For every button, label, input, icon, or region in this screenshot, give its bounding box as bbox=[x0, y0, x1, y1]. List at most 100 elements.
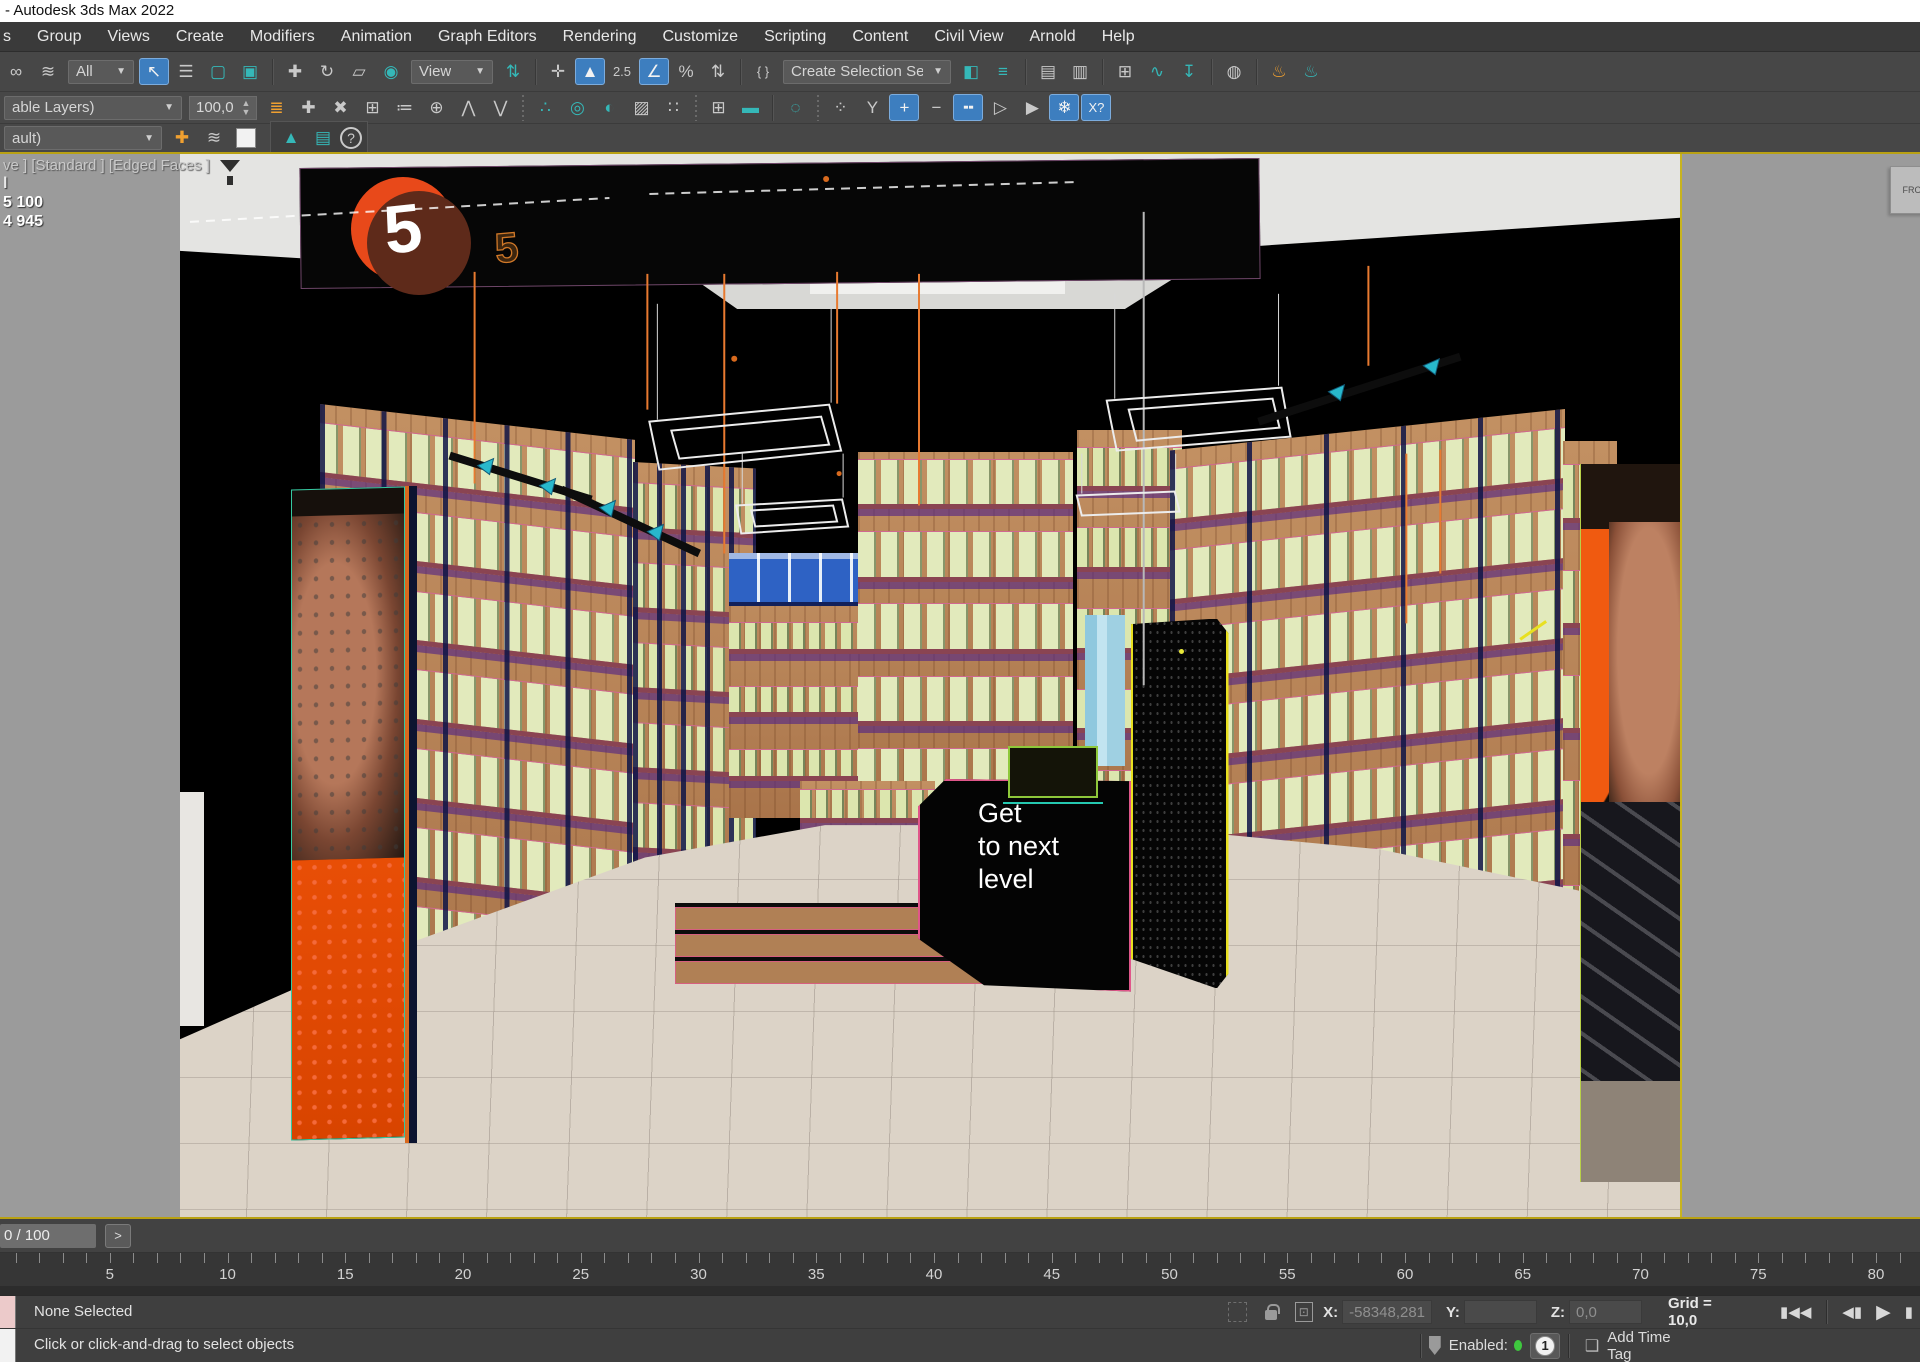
schematic-view-icon[interactable]: ↧ bbox=[1174, 58, 1204, 85]
add-time-tag-button[interactable]: Add Time Tag bbox=[1607, 1329, 1675, 1362]
delete-layer-icon[interactable]: ✖ bbox=[325, 94, 355, 121]
toggle-ribbon-icon[interactable]: ⊞ bbox=[1110, 58, 1140, 85]
scatter-tool-icon[interactable]: ∴ bbox=[530, 94, 560, 121]
menu-item-content[interactable]: Content bbox=[839, 28, 921, 46]
help-circle-icon[interactable]: ? bbox=[340, 127, 362, 149]
key-slider-button[interactable]: ╍ bbox=[953, 94, 983, 121]
curve-editor-icon[interactable]: ∿ bbox=[1142, 58, 1172, 85]
menu-item-rendering[interactable]: Rendering bbox=[550, 28, 650, 46]
spinner-arrows-icon[interactable]: ▲▼ bbox=[242, 99, 251, 117]
select-objects-in-layer-icon[interactable]: ≔ bbox=[389, 94, 419, 121]
volume-select-icon[interactable]: ⁘ bbox=[825, 94, 855, 121]
menu-item-help[interactable]: Help bbox=[1089, 28, 1148, 46]
measure-distance-icon[interactable]: ▬ bbox=[735, 94, 765, 121]
menu-item-graph-editors[interactable]: Graph Editors bbox=[425, 28, 550, 46]
ik-chain-icon[interactable]: Y bbox=[857, 94, 887, 121]
menu-item-views[interactable]: Views bbox=[94, 28, 162, 46]
go-to-start-button[interactable]: ▮◀◀ bbox=[1780, 1303, 1811, 1321]
layer-stack-icon[interactable]: ≋ bbox=[199, 125, 229, 152]
paint-deform-icon[interactable]: ▨ bbox=[626, 94, 656, 121]
reference-coordinate-system-dropdown[interactable]: View▼ bbox=[411, 60, 493, 84]
mini-listener-white[interactable] bbox=[0, 1329, 16, 1362]
named-selection-sets-dropdown[interactable]: Create Selection Set▼ bbox=[783, 60, 951, 84]
center-pivot-icon[interactable]: ◎ bbox=[562, 94, 592, 121]
grid-align-icon[interactable]: ⊞ bbox=[703, 94, 733, 121]
key-minus-icon[interactable]: − bbox=[921, 94, 951, 121]
select-and-move-icon[interactable]: ✚ bbox=[280, 58, 310, 85]
next-frame-button[interactable]: > bbox=[105, 1224, 131, 1248]
x-transform-button[interactable]: X? bbox=[1081, 94, 1111, 121]
expand-layers-icon[interactable]: ⋁ bbox=[485, 94, 515, 121]
y-coordinate-field[interactable] bbox=[1464, 1300, 1537, 1324]
snap-2-5d-icon[interactable]: 2.5 bbox=[607, 58, 637, 85]
scene-render-frame[interactable]: 5 5 Get to next level bbox=[180, 154, 1682, 1217]
select-and-manipulate-icon[interactable]: ✛ bbox=[543, 58, 573, 85]
angle-snap-toggle-button[interactable]: ∠ bbox=[639, 58, 669, 85]
selection-filter-dropdown[interactable]: All▼ bbox=[68, 60, 134, 84]
select-object-button[interactable]: ↖ bbox=[139, 58, 169, 85]
select-and-place-icon[interactable]: ◉ bbox=[376, 58, 406, 85]
use-pivot-point-center-icon[interactable]: ⇅ bbox=[498, 58, 528, 85]
mirror-icon[interactable]: ◧ bbox=[956, 58, 986, 85]
xref-sphere-icon[interactable]: ◐ bbox=[594, 94, 624, 121]
set-key-plus-button[interactable]: + bbox=[889, 94, 919, 121]
layer-list-dropdown[interactable]: able Layers)▼ bbox=[4, 96, 182, 120]
uvw-adjust-icon[interactable]: ∷ bbox=[658, 94, 688, 121]
vegetation-paint-icon[interactable]: ▲ bbox=[276, 125, 306, 152]
next-frame-playback-button[interactable]: ▮ bbox=[1905, 1303, 1913, 1321]
x-coordinate-field[interactable]: -58348,281 bbox=[1342, 1300, 1432, 1324]
mini-listener-pink[interactable] bbox=[0, 1296, 16, 1328]
window-crossing-toggle-icon[interactable]: ▣ bbox=[235, 58, 265, 85]
z-coordinate-field[interactable]: 0,0 bbox=[1569, 1300, 1642, 1324]
toggle-layer-explorer-icon[interactable]: ▥ bbox=[1065, 58, 1095, 85]
select-and-scale-icon[interactable]: ▱ bbox=[344, 58, 374, 85]
menu-item-s[interactable]: s bbox=[0, 28, 24, 46]
select-and-rotate-icon[interactable]: ↻ bbox=[312, 58, 342, 85]
manage-layers-icon[interactable]: ≣ bbox=[261, 94, 291, 121]
filter-funnel-icon[interactable] bbox=[220, 160, 240, 172]
add-to-layer-icon[interactable]: ⊞ bbox=[357, 94, 387, 121]
current-frame-display[interactable]: 0 / 100 bbox=[0, 1224, 96, 1248]
menu-item-scripting[interactable]: Scripting bbox=[751, 28, 839, 46]
set-current-layer-icon[interactable]: ⊕ bbox=[421, 94, 451, 121]
render-setup-teapot-icon[interactable]: ♨ bbox=[1264, 58, 1294, 85]
toggle-scene-explorer-icon[interactable]: ▤ bbox=[1033, 58, 1063, 85]
transform-spinner[interactable]: 100,0▲▼ bbox=[189, 96, 257, 120]
menu-item-create[interactable]: Create bbox=[163, 28, 237, 46]
collapse-layers-icon[interactable]: ⋀ bbox=[453, 94, 483, 121]
play-button[interactable]: ▶ bbox=[1876, 1301, 1891, 1324]
time-slider-bar[interactable]: 0 / 100 > bbox=[0, 1219, 1920, 1253]
percent-snap-toggle-icon[interactable]: % bbox=[671, 58, 701, 85]
notes-document-icon[interactable]: ▤ bbox=[308, 125, 338, 152]
material-editor-icon[interactable]: ◍ bbox=[1219, 58, 1249, 85]
create-new-layer-icon[interactable]: ✚ bbox=[293, 94, 323, 121]
select-by-name-icon[interactable]: ☰ bbox=[171, 58, 201, 85]
viewport-label[interactable]: ve ] [Standard ] [Edged Faces ] bbox=[3, 157, 240, 174]
viewport[interactable]: ve ] [Standard ] [Edged Faces ] l 5 100 … bbox=[0, 152, 1920, 1219]
viewcube[interactable]: FRONT bbox=[1890, 166, 1920, 214]
bind-to-space-warp-icon[interactable]: ≋ bbox=[33, 58, 63, 85]
default-layer-dropdown[interactable]: ault)▼ bbox=[4, 126, 162, 150]
menu-item-modifiers[interactable]: Modifiers bbox=[237, 28, 328, 46]
create-layer-db-icon[interactable]: ✚ bbox=[167, 125, 197, 152]
rectangular-selection-region-icon[interactable]: ▢ bbox=[203, 58, 233, 85]
absolute-mode-toggle-icon[interactable]: ⊡ bbox=[1295, 1302, 1314, 1322]
select-and-link-icon[interactable]: ∞ bbox=[1, 58, 31, 85]
menu-item-civil-view[interactable]: Civil View bbox=[921, 28, 1016, 46]
menu-item-customize[interactable]: Customize bbox=[650, 28, 752, 46]
select-key-outline-icon[interactable]: ▷ bbox=[985, 94, 1015, 121]
selection-lock-icon[interactable] bbox=[1265, 1310, 1277, 1320]
shield-icon[interactable] bbox=[1429, 1336, 1441, 1355]
spinner-snap-toggle-icon[interactable]: ⇅ bbox=[703, 58, 733, 85]
render-production-teapot-icon[interactable]: ♨ bbox=[1296, 58, 1326, 85]
color-swatch[interactable] bbox=[236, 128, 256, 148]
snaps-toggle-3d-button[interactable]: ▲ bbox=[575, 58, 605, 85]
soft-selection-icon[interactable]: ◌ bbox=[780, 94, 810, 121]
edit-named-selection-sets-icon[interactable]: { } bbox=[748, 58, 778, 85]
move-key-icon[interactable]: ▶ bbox=[1017, 94, 1047, 121]
menu-item-group[interactable]: Group bbox=[24, 28, 94, 46]
menu-item-animation[interactable]: Animation bbox=[328, 28, 425, 46]
menu-item-arnold[interactable]: Arnold bbox=[1016, 28, 1088, 46]
animation-layer-badge[interactable]: 1 bbox=[1530, 1333, 1560, 1359]
isolate-selection-icon[interactable] bbox=[1228, 1302, 1247, 1322]
